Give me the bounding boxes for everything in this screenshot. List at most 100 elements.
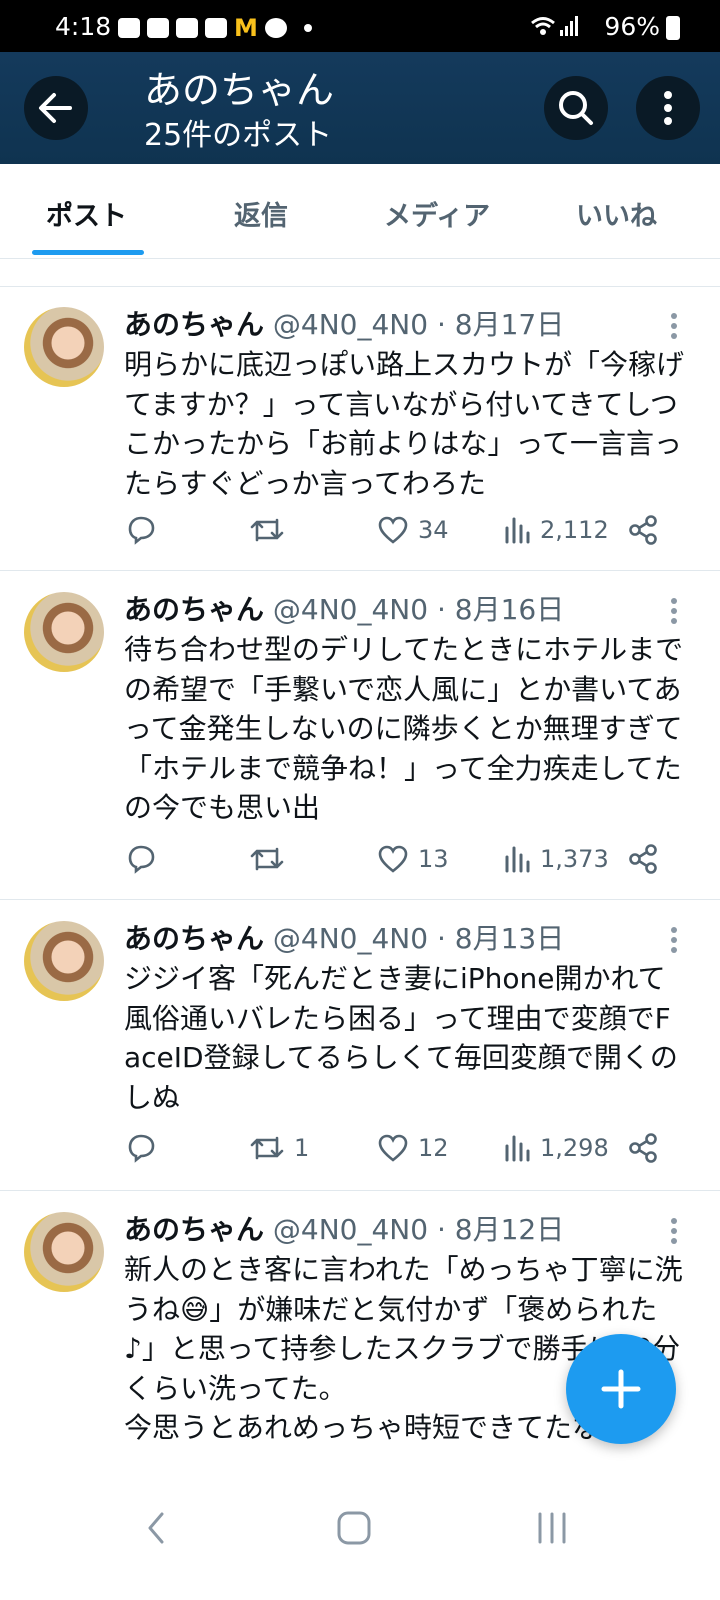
reply-button[interactable] xyxy=(124,513,158,547)
profile-name: あのちゃん xyxy=(144,68,335,112)
post-header: あのちゃん @4N0_4N0 · 8月12日 xyxy=(124,1212,564,1248)
share-icon xyxy=(629,1133,657,1163)
author-meta: @4N0_4N0 · 8月17日 xyxy=(272,308,565,341)
post-header: あのちゃん @4N0_4N0 · 8月13日 xyxy=(124,921,564,957)
like-button[interactable]: 12 xyxy=(376,1131,449,1165)
post-menu-icon[interactable] xyxy=(670,313,678,343)
status-time: 4:18 xyxy=(55,12,112,41)
share-button[interactable] xyxy=(626,842,660,876)
avatar[interactable] xyxy=(24,307,104,387)
analytics-icon xyxy=(505,846,530,873)
view-count: 1,373 xyxy=(540,845,609,873)
battery-icon xyxy=(666,16,680,40)
nav-recents-icon[interactable] xyxy=(532,1508,572,1548)
repost-count: 1 xyxy=(294,1134,310,1162)
repost-button[interactable] xyxy=(248,842,294,876)
more-notifications-icon xyxy=(304,24,312,32)
active-tab-indicator xyxy=(32,250,144,255)
tab-likes[interactable]: いいね xyxy=(576,194,657,233)
share-button[interactable] xyxy=(626,1131,660,1165)
profile-header: あのちゃん 25件のポスト xyxy=(0,52,720,164)
post-count: 25件のポスト xyxy=(144,118,333,153)
view-count: 1,298 xyxy=(540,1134,609,1162)
like-count: 13 xyxy=(418,845,449,873)
like-button[interactable]: 34 xyxy=(376,513,449,547)
tab-media[interactable]: メディア xyxy=(384,194,490,233)
arrow-left-icon xyxy=(39,93,72,123)
reply-button[interactable] xyxy=(124,842,158,876)
notification-icons: M xyxy=(118,14,312,42)
search-icon xyxy=(559,91,593,125)
post-actions: 1 12 1,298 xyxy=(0,1131,720,1171)
status-bar: 4:18 M 96% xyxy=(0,0,720,52)
views-button[interactable]: 1,373 xyxy=(504,842,609,876)
tab-posts[interactable]: ポスト xyxy=(46,194,127,233)
share-icon xyxy=(629,515,657,545)
reply-button[interactable] xyxy=(124,1131,158,1165)
reply-icon xyxy=(128,845,155,874)
previous-post-edge xyxy=(0,259,720,287)
share-icon xyxy=(629,844,657,874)
author-name: あのちゃん xyxy=(124,1213,265,1246)
post-menu-icon[interactable] xyxy=(670,598,678,628)
repost-icon xyxy=(250,518,284,542)
system-nav-bar xyxy=(0,1478,720,1600)
author-meta: @4N0_4N0 · 8月16日 xyxy=(272,593,565,626)
repost-icon xyxy=(250,847,284,871)
line-icon xyxy=(265,18,287,38)
back-button[interactable] xyxy=(24,76,88,140)
post-menu-icon[interactable] xyxy=(670,1218,678,1248)
post-item[interactable]: あのちゃん @4N0_4N0 · 8月13日 ジジイ客「死んだとき妻にiPhon… xyxy=(0,901,720,1191)
post-text: ジジイ客「死んだとき妻にiPhone開かれて風俗通いバレたら困る」って理由で変顔… xyxy=(124,962,678,1114)
post-actions: 34 2,112 xyxy=(0,513,720,553)
search-button[interactable] xyxy=(544,76,608,140)
like-count: 34 xyxy=(418,516,449,544)
analytics-icon xyxy=(505,1135,530,1162)
post-header: あのちゃん @4N0_4N0 · 8月17日 xyxy=(124,307,564,343)
author-name: あのちゃん xyxy=(124,593,265,626)
heart-icon xyxy=(378,1134,408,1162)
threads-icon xyxy=(118,18,140,38)
repost-button[interactable]: 1 xyxy=(248,1131,309,1165)
post-text: 明らかに底辺っぽい路上スカウトが「今稼げてますか？」って言いながら付いてきてしつ… xyxy=(124,348,685,500)
repost-icon xyxy=(250,1136,284,1160)
post-actions: 13 1,373 xyxy=(0,842,720,882)
author-meta: @4N0_4N0 · 8月12日 xyxy=(272,1213,565,1246)
avatar[interactable] xyxy=(24,921,104,1001)
compose-post-button[interactable] xyxy=(566,1334,676,1444)
vertical-dots-icon xyxy=(664,91,672,125)
views-button[interactable]: 1,298 xyxy=(504,1131,609,1165)
nav-home-icon[interactable] xyxy=(334,1508,374,1548)
plus-icon xyxy=(601,1369,641,1409)
author-meta: @4N0_4N0 · 8月13日 xyxy=(272,922,565,955)
tab-replies[interactable]: 返信 xyxy=(234,194,288,233)
repost-button[interactable] xyxy=(248,513,294,547)
shield-icon xyxy=(205,18,227,38)
post-header: あのちゃん @4N0_4N0 · 8月16日 xyxy=(124,592,564,628)
box-icon xyxy=(147,18,169,38)
avatar[interactable] xyxy=(24,1212,104,1292)
heart-icon xyxy=(378,845,408,873)
nav-back-icon[interactable] xyxy=(140,1508,172,1548)
heart-icon xyxy=(378,516,408,544)
post-item[interactable]: あのちゃん @4N0_4N0 · 8月16日 待ち合わせ型のデリしてたときにホテ… xyxy=(0,572,720,900)
analytics-icon xyxy=(505,517,530,544)
like-button[interactable]: 13 xyxy=(376,842,449,876)
profile-tabs: ポスト 返信 メディア いいね xyxy=(0,164,720,259)
views-button[interactable]: 2,112 xyxy=(504,513,609,547)
battery-percent: 96% xyxy=(604,12,660,41)
reply-icon xyxy=(128,516,155,545)
flower-icon xyxy=(176,18,198,38)
post-text: 待ち合わせ型のデリしてたときにホテルまでの希望で「手繋いで恋人風に」とか書いてあ… xyxy=(124,633,684,824)
author-name: あのちゃん xyxy=(124,922,265,955)
reply-icon xyxy=(128,1134,155,1163)
mcdonalds-icon: M xyxy=(234,14,258,42)
share-button[interactable] xyxy=(626,513,660,547)
post-menu-icon[interactable] xyxy=(670,927,678,957)
avatar[interactable] xyxy=(24,592,104,672)
post-item[interactable]: あのちゃん @4N0_4N0 · 8月17日 明らかに底辺っぽい路上スカウトが「… xyxy=(0,287,720,571)
more-options-button[interactable] xyxy=(636,76,700,140)
wifi-icon xyxy=(531,17,555,35)
author-name: あのちゃん xyxy=(124,308,265,341)
like-count: 12 xyxy=(418,1134,449,1162)
